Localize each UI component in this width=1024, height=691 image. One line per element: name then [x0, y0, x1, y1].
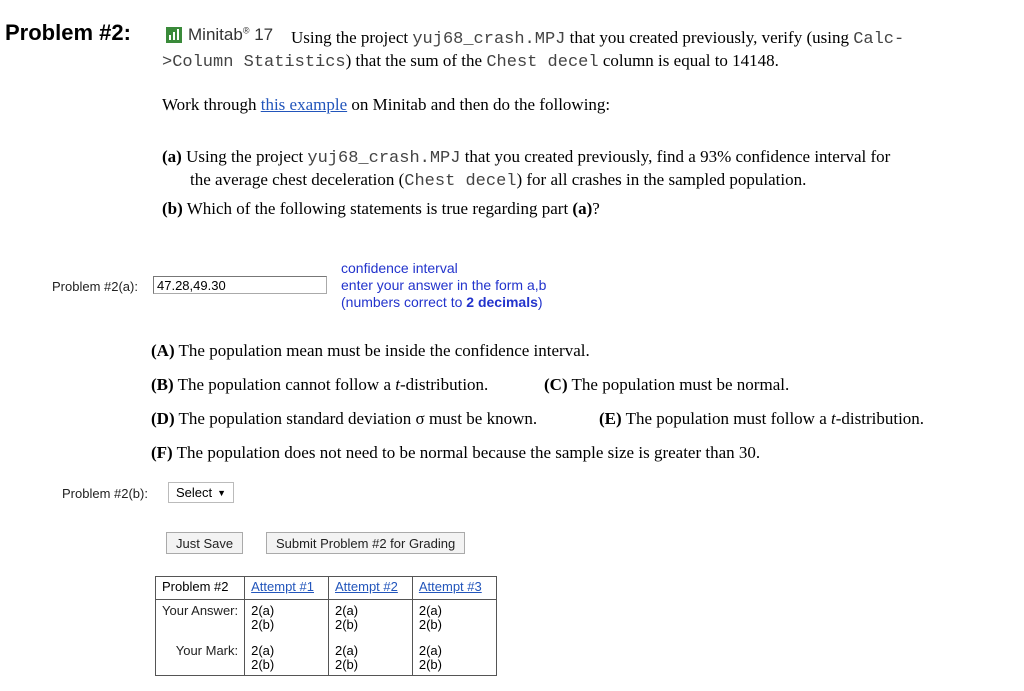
intro-line-1: Using the project yuj68_crash.MPJ that y…	[291, 28, 905, 49]
table-row: Your Answer: 2(a) 2(b) 2(a) 2(b) 2(a) 2(b)	[156, 599, 497, 633]
part-b-line: (b) Which of the following statements is…	[162, 199, 600, 218]
attempt-1-link[interactable]: Attempt #1	[251, 579, 314, 594]
option-c: (C) The population must be normal.	[544, 375, 790, 394]
attempts-table: Problem #2 Attempt #1 Attempt #2 Attempt…	[155, 576, 497, 676]
project-name: yuj68_crash.MPJ	[412, 30, 566, 49]
minitab-logo: Minitab® 17	[166, 25, 273, 45]
answer-b-select[interactable]: Select ▼	[168, 482, 235, 503]
option-d: (D) The population standard deviation σ …	[151, 409, 538, 428]
minitab-bar-chart-icon	[166, 27, 182, 43]
answer-a-hint: confidence interval enter your answer in…	[341, 260, 547, 310]
attempt-3-link[interactable]: Attempt #3	[419, 579, 482, 594]
option-b: (B) The population cannot follow a t-dis…	[151, 375, 489, 394]
logo-version-mark: ®	[242, 25, 250, 36]
just-save-button[interactable]: Just Save	[166, 532, 244, 554]
logo-text: Minitab	[188, 25, 243, 44]
part-b-label: (b)	[162, 199, 183, 218]
part-a-line-1: (a) Using the project yuj68_crash.MPJ th…	[162, 147, 891, 168]
problem-title: Problem #2:	[5, 20, 131, 45]
example-link[interactable]: this example	[261, 95, 347, 114]
logo-version: 17	[254, 25, 274, 44]
table-row: Your Mark: 2(a) 2(b) 2(a) 2(b) 2(a) 2(b)	[156, 633, 497, 676]
answer-a-input[interactable]	[153, 276, 327, 294]
calc-menu-path: Calc-	[853, 30, 905, 49]
column-name: Chest decel	[404, 172, 517, 191]
dropdown-arrow-icon: ▼	[217, 487, 227, 498]
work-instruction: Work through this example on Minitab and…	[162, 95, 611, 114]
table-header: Problem #2	[155, 576, 245, 600]
project-name: yuj68_crash.MPJ	[307, 149, 461, 168]
attempt-2-link[interactable]: Attempt #2	[335, 579, 398, 594]
part-a-label: (a)	[162, 147, 182, 166]
part-a-line-2: the average chest deceleration (Chest de…	[190, 170, 807, 191]
submit-for-grading-button[interactable]: Submit Problem #2 for Grading	[266, 532, 466, 554]
answer-b-label: Problem #2(b):	[62, 486, 148, 501]
option-f: (F) The population does not need to be n…	[151, 443, 761, 462]
option-a: (A) The population mean must be inside t…	[151, 341, 590, 360]
option-e: (E) The population must follow a t-distr…	[599, 409, 925, 428]
answer-a-label: Problem #2(a):	[52, 279, 138, 294]
column-name: Chest decel	[486, 53, 599, 72]
intro-line-2: >Column Statistics) that the sum of the …	[162, 51, 779, 72]
column-statistics-menu: >Column Statistics	[162, 53, 346, 72]
